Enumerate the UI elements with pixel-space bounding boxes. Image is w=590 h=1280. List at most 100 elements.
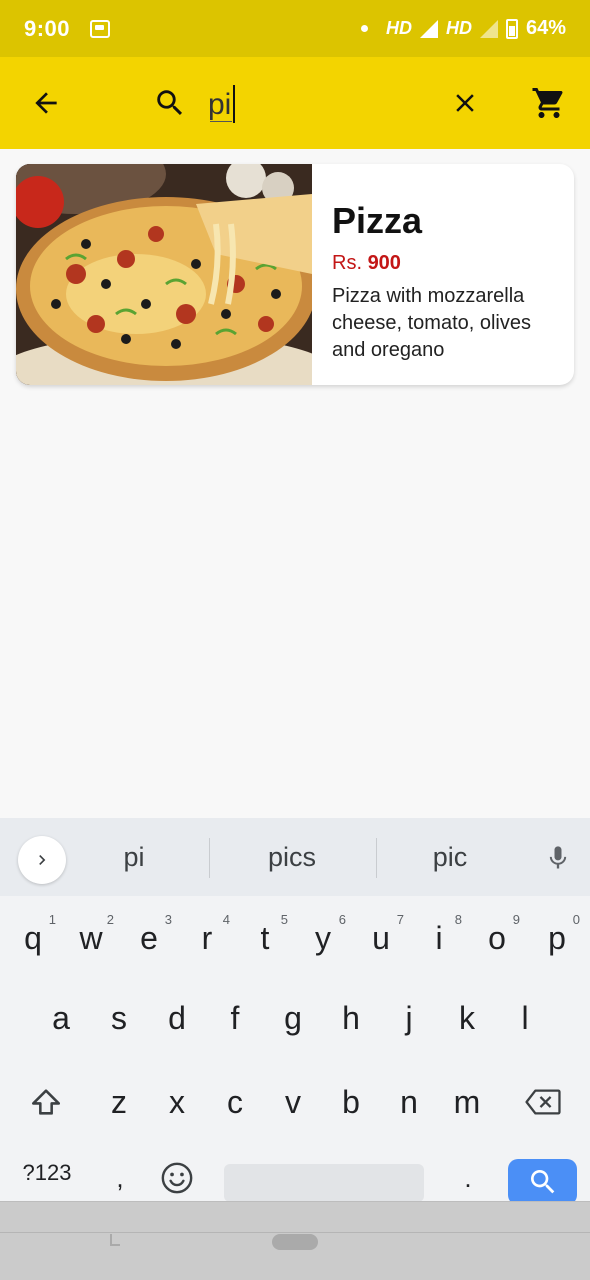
cart-icon	[532, 88, 563, 118]
key-hint: 9	[512, 912, 520, 927]
key-label: y	[315, 919, 331, 956]
keyboard-hide-icon[interactable]	[110, 1234, 120, 1246]
key-z[interactable]: z	[94, 1072, 144, 1132]
key-hint: 1	[48, 912, 56, 927]
key-q[interactable]: q1	[8, 908, 58, 968]
key-t[interactable]: t5	[240, 908, 290, 968]
key-n[interactable]: n	[384, 1072, 434, 1132]
key-label: w	[79, 919, 103, 956]
suggestion-divider	[209, 838, 210, 878]
key-hint: 7	[396, 912, 404, 927]
key-label: p	[548, 919, 566, 956]
product-info: Pizza Rs. 900 Pizza with mozzarella chee…	[312, 164, 574, 385]
clear-search-button[interactable]	[441, 79, 489, 127]
key-w[interactable]: w2	[66, 908, 116, 968]
home-pill[interactable]	[272, 1234, 318, 1250]
composing-underline	[210, 121, 232, 122]
screenshot-app-icon	[90, 19, 111, 38]
text-caret	[233, 85, 235, 123]
emoji-key[interactable]	[152, 1153, 202, 1203]
signal-icon	[419, 19, 438, 38]
status-time: 9:00	[24, 15, 71, 41]
space-bar[interactable]	[224, 1164, 424, 1202]
product-description: Pizza with mozzarella cheese, tomato, ol…	[332, 285, 531, 361]
key-c[interactable]: c	[210, 1072, 260, 1132]
comma-key[interactable]: ,	[100, 1158, 140, 1198]
key-p[interactable]: p0	[532, 908, 582, 968]
key-label: t	[260, 919, 270, 956]
key-label: q	[24, 919, 42, 956]
key-f[interactable]: f	[210, 988, 260, 1048]
soft-keyboard: pi pics pic q1 w2 e3 r4 t5 y6 u7 i8 o9 p…	[0, 818, 590, 1205]
backspace-key[interactable]	[514, 1074, 572, 1130]
chevron-right-icon	[39, 855, 46, 865]
key-g[interactable]: g	[268, 988, 318, 1048]
key-e[interactable]: e3	[124, 908, 174, 968]
search-submit-key[interactable]	[508, 1159, 577, 1205]
key-hint: 6	[338, 912, 346, 927]
key-hint: 4	[222, 912, 230, 927]
search-input[interactable]	[208, 83, 428, 127]
shift-icon	[31, 1089, 61, 1115]
key-v[interactable]: v	[268, 1072, 318, 1132]
battery-level: 64%	[525, 17, 566, 39]
key-s[interactable]: s	[94, 988, 144, 1048]
backspace-icon	[525, 1089, 561, 1115]
suggestion-divider	[376, 838, 377, 878]
key-o[interactable]: o9	[472, 908, 522, 968]
key-k[interactable]: k	[442, 988, 492, 1048]
back-button[interactable]	[22, 79, 70, 127]
key-x[interactable]: x	[152, 1072, 202, 1132]
key-u[interactable]: u7	[356, 908, 406, 968]
search-toolbar	[0, 57, 590, 149]
emoji-icon	[161, 1162, 193, 1194]
shift-key[interactable]	[18, 1074, 74, 1130]
signal-weak-icon	[479, 19, 498, 38]
key-d[interactable]: d	[152, 988, 202, 1048]
key-m[interactable]: m	[442, 1072, 492, 1132]
key-hint: 5	[280, 912, 288, 927]
key-label: o	[488, 919, 506, 956]
suggestion-1[interactable]: pi	[64, 842, 204, 873]
cart-button[interactable]	[525, 79, 573, 127]
status-indicators: HD HD 64%	[360, 17, 566, 40]
key-label: u	[372, 919, 390, 956]
search-icon	[157, 90, 183, 116]
network-label-2: HD	[445, 18, 472, 38]
status-bar: 9:00 HD HD 64%	[0, 0, 590, 57]
key-y[interactable]: y6	[298, 908, 348, 968]
symbols-key[interactable]: ?123	[12, 1148, 82, 1198]
key-hint: 3	[164, 912, 172, 927]
key-label: e	[140, 919, 158, 956]
suggestion-3[interactable]: pic	[380, 842, 520, 873]
search-icon-wrap	[146, 79, 194, 127]
product-price: Rs. 900	[332, 252, 574, 275]
key-hint: 2	[106, 912, 114, 927]
battery-icon	[505, 18, 518, 39]
key-l[interactable]: l	[500, 988, 550, 1048]
price-prefix: Rs.	[332, 252, 362, 274]
key-i[interactable]: i8	[414, 908, 464, 968]
suggestion-bar: pi pics pic	[0, 818, 590, 896]
key-label: r	[201, 919, 213, 956]
back-arrow-icon	[35, 92, 57, 114]
nav-divider	[0, 1232, 590, 1233]
microphone-icon	[549, 846, 567, 869]
system-nav-bar	[0, 1201, 590, 1280]
product-image	[16, 164, 312, 385]
expand-toolbar-button[interactable]	[18, 836, 66, 884]
product-card[interactable]: Pizza Rs. 900 Pizza with mozzarella chee…	[16, 164, 574, 385]
key-h[interactable]: h	[326, 988, 376, 1048]
period-key[interactable]: .	[448, 1158, 488, 1198]
key-hint: 0	[572, 912, 580, 927]
price-amount: 900	[367, 252, 401, 274]
key-label: i	[435, 919, 443, 956]
suggestion-2[interactable]: pics	[222, 842, 362, 873]
key-j[interactable]: j	[384, 988, 434, 1048]
key-a[interactable]: a	[36, 988, 86, 1048]
close-icon	[456, 94, 474, 112]
key-r[interactable]: r4	[182, 908, 232, 968]
voice-input-button[interactable]	[538, 838, 578, 878]
key-b[interactable]: b	[326, 1072, 376, 1132]
key-hint: 8	[454, 912, 462, 927]
